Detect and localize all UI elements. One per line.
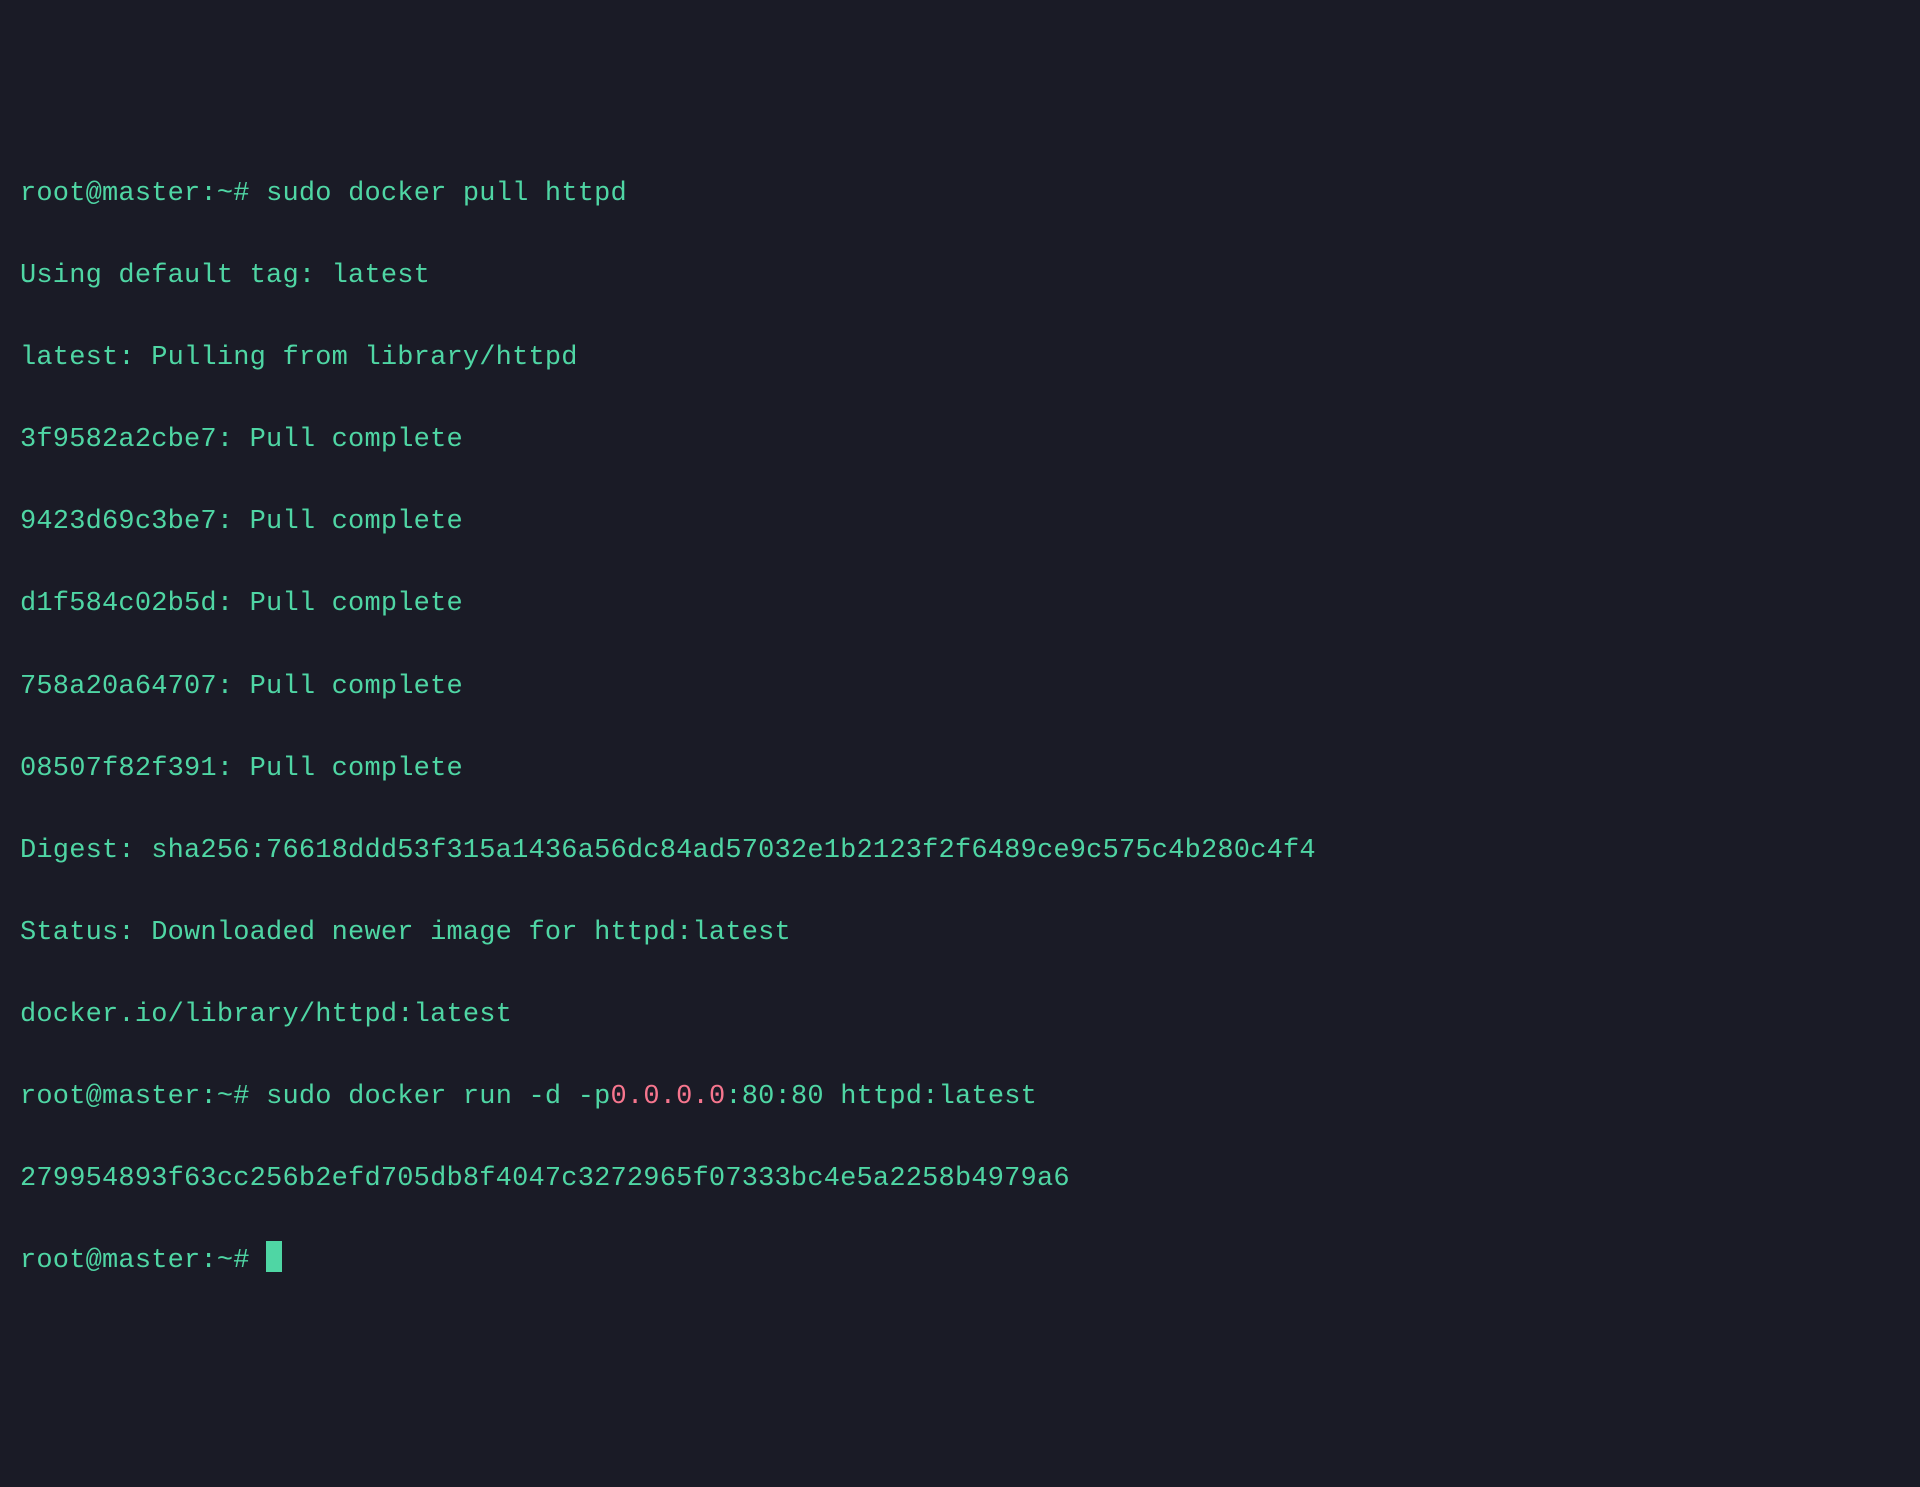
prompt-cwd: ~: [217, 1082, 233, 1112]
prompt-host: master: [102, 179, 200, 209]
output-pulling-from: latest: Pulling from library/httpd: [20, 338, 1900, 379]
output-layer-4: 08507f82f391: Pull complete: [20, 749, 1900, 790]
output-layer-3: 758a20a64707: Pull complete: [20, 667, 1900, 708]
command-1: sudo docker pull httpd: [266, 179, 627, 209]
output-using-default-tag: Using default tag: latest: [20, 256, 1900, 297]
cursor-icon[interactable]: [266, 1241, 282, 1272]
output-digest: Digest: sha256:76618ddd53f315a1436a56dc8…: [20, 831, 1900, 872]
prompt-user: root: [20, 179, 86, 209]
command-2-pre: sudo docker run -d -p: [266, 1082, 610, 1112]
prompt-line-3[interactable]: root@master:~#: [20, 1241, 1900, 1282]
output-image-ref: docker.io/library/httpd:latest: [20, 995, 1900, 1036]
prompt-user: root: [20, 1246, 86, 1276]
command-2-addr: 0.0.0.0: [611, 1082, 726, 1112]
prompt-line-1: root@master:~# sudo docker pull httpd: [20, 174, 1900, 215]
prompt-host: master: [102, 1082, 200, 1112]
output-layer-0: 3f9582a2cbe7: Pull complete: [20, 420, 1900, 461]
prompt-user: root: [20, 1082, 86, 1112]
prompt-cwd: ~: [217, 1246, 233, 1276]
prompt-host: master: [102, 1246, 200, 1276]
output-layer-2: d1f584c02b5d: Pull complete: [20, 584, 1900, 625]
output-container-id: 279954893f63cc256b2efd705db8f4047c327296…: [20, 1159, 1900, 1200]
prompt-line-2: root@master:~# sudo docker run -d -p0.0.…: [20, 1077, 1900, 1118]
command-2-post: :80:80 httpd:latest: [725, 1082, 1037, 1112]
output-layer-1: 9423d69c3be7: Pull complete: [20, 502, 1900, 543]
output-status: Status: Downloaded newer image for httpd…: [20, 913, 1900, 954]
prompt-cwd: ~: [217, 179, 233, 209]
